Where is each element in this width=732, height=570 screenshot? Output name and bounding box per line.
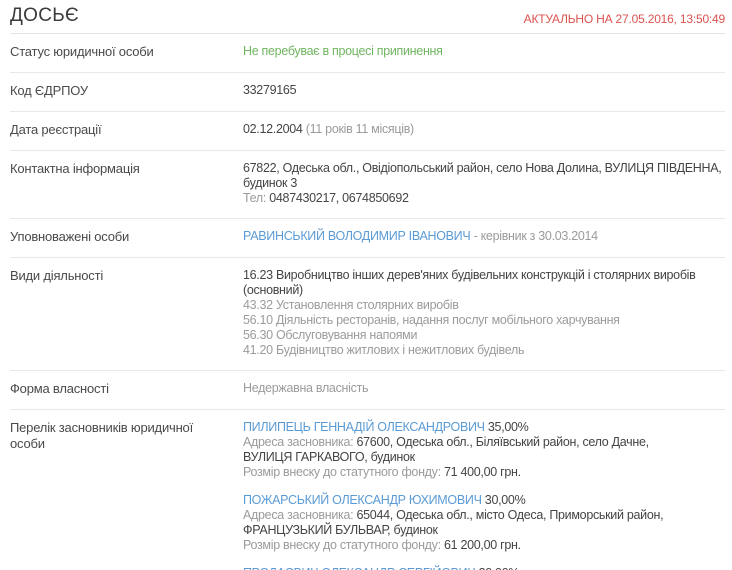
phone-numbers: 0487430217, 0674850692 <box>269 191 408 205</box>
founder-contribution-label: Розмір внеску до статутного фонду: <box>243 465 441 479</box>
founder-title-line: ПИЛИПЕЦЬ ГЕННАДІЙ ОЛЕКСАНДРОВИЧ 35,00% <box>243 420 675 435</box>
founder-title-line: ПОЖАРСЬКИЙ ОЛЕКСАНДР ЮХИМОВИЧ 30,00% <box>243 493 675 508</box>
reg-date-value: 02.12.2004 <box>243 122 303 136</box>
founder-block: ПИЛИПЕЦЬ ГЕННАДІЙ ОЛЕКСАНДРОВИЧ 35,00% А… <box>243 420 675 480</box>
authorized-role: - керівник з 30.03.2014 <box>474 229 598 243</box>
founder-contribution-label: Розмір внеску до статутного фонду: <box>243 538 441 552</box>
contact-address: 67822, Одеська обл., Овідіопольський рай… <box>243 161 725 191</box>
founder-name-link[interactable]: ПОЖАРСЬКИЙ ОЛЕКСАНДР ЮХИМОВИЧ <box>243 493 482 507</box>
field-label-authorized: Уповноважені особи <box>10 229 243 245</box>
founder-share: 30,00% <box>479 566 520 570</box>
reg-age-note: (11 років 11 місяців) <box>306 122 414 136</box>
actuality-timestamp: АКТУАЛЬНО НА 27.05.2016, 13:50:49 <box>524 12 725 26</box>
founder-address-label: Адреса засновника: <box>243 435 353 449</box>
field-label-founders: Перелік засновників юридичної особи <box>10 420 243 570</box>
founder-contribution: 71 400,00 грн. <box>444 465 521 479</box>
row-edrpou: Код ЄДРПОУ 33279165 <box>10 73 725 112</box>
founder-name-link[interactable]: ПИЛИПЕЦЬ ГЕННАДІЙ ОЛЕКСАНДРОВИЧ <box>243 420 485 434</box>
row-founders: Перелік засновників юридичної особи ПИЛИ… <box>10 410 725 570</box>
activity-secondary: 56.30 Обслуговування напоями <box>243 328 725 343</box>
row-authorized: Уповноважені особи РАВИНСЬКИЙ ВОЛОДИМИР … <box>10 219 725 258</box>
field-label-contact: Контактна інформація <box>10 161 243 206</box>
field-label-edrpou: Код ЄДРПОУ <box>10 83 243 99</box>
row-contact: Контактна інформація 67822, Одеська обл.… <box>10 151 725 219</box>
founder-contribution-line: Розмір внеску до статутного фонду: 71 40… <box>243 465 675 480</box>
field-label-reg-date: Дата реєстрації <box>10 122 243 138</box>
activity-primary: 16.23 Виробництво інших дерев'яних будів… <box>243 268 725 298</box>
founder-share: 35,00% <box>488 420 529 434</box>
founder-block: ПОЖАРСЬКИЙ ОЛЕКСАНДР ЮХИМОВИЧ 30,00% Адр… <box>243 493 675 553</box>
page-header: ДОСЬЄ АКТУАЛЬНО НА 27.05.2016, 13:50:49 <box>10 0 725 26</box>
phone-label: Тел: <box>243 191 266 205</box>
founder-share: 30,00% <box>485 493 526 507</box>
founder-contribution-line: Розмір внеску до статутного фонду: 61 20… <box>243 538 675 553</box>
founder-name-link[interactable]: ПРОДАЄВИЧ ОЛЕКСАНДР СЕРГІЙОВИЧ <box>243 566 475 570</box>
field-label-activities: Види діяльності <box>10 268 243 358</box>
founder-address-line: Адреса засновника: 67600, Одеська обл., … <box>243 435 675 465</box>
field-label-status: Статус юридичної особи <box>10 44 243 60</box>
status-value: Не перебуває в процесі припинення <box>243 44 443 58</box>
founder-title-line: ПРОДАЄВИЧ ОЛЕКСАНДР СЕРГІЙОВИЧ 30,00% <box>243 566 675 570</box>
edrpou-value: 33279165 <box>243 83 296 97</box>
ownership-value: Недержавна власність <box>243 381 368 395</box>
activity-secondary: 43.32 Установлення столярних виробів <box>243 298 725 313</box>
authorized-person-link[interactable]: РАВИНСЬКИЙ ВОЛОДИМИР ІВАНОВИЧ <box>243 229 470 243</box>
row-status: Статус юридичної особи Не перебуває в пр… <box>10 34 725 73</box>
founder-address-label: Адреса засновника: <box>243 508 353 522</box>
contact-phone-line: Тел: 0487430217, 0674850692 <box>243 191 725 206</box>
founder-address-line: Адреса засновника: 65044, Одеська обл., … <box>243 508 675 538</box>
activity-secondary: 56.10 Діяльність ресторанів, надання пос… <box>243 313 725 328</box>
founder-block: ПРОДАЄВИЧ ОЛЕКСАНДР СЕРГІЙОВИЧ 30,00% Ад… <box>243 566 675 570</box>
row-activities: Види діяльності 16.23 Виробництво інших … <box>10 258 725 371</box>
activity-secondary: 41.20 Будівництво житлових і нежитлових … <box>243 343 725 358</box>
dossier-page: ДОСЬЄ АКТУАЛЬНО НА 27.05.2016, 13:50:49 … <box>0 0 732 570</box>
page-title: ДОСЬЄ <box>10 6 79 26</box>
founder-contribution: 61 200,00 грн. <box>444 538 521 552</box>
field-label-ownership: Форма власності <box>10 381 243 397</box>
row-ownership: Форма власності Недержавна власність <box>10 371 725 410</box>
row-reg-date: Дата реєстрації 02.12.2004 (11 років 11 … <box>10 112 725 151</box>
